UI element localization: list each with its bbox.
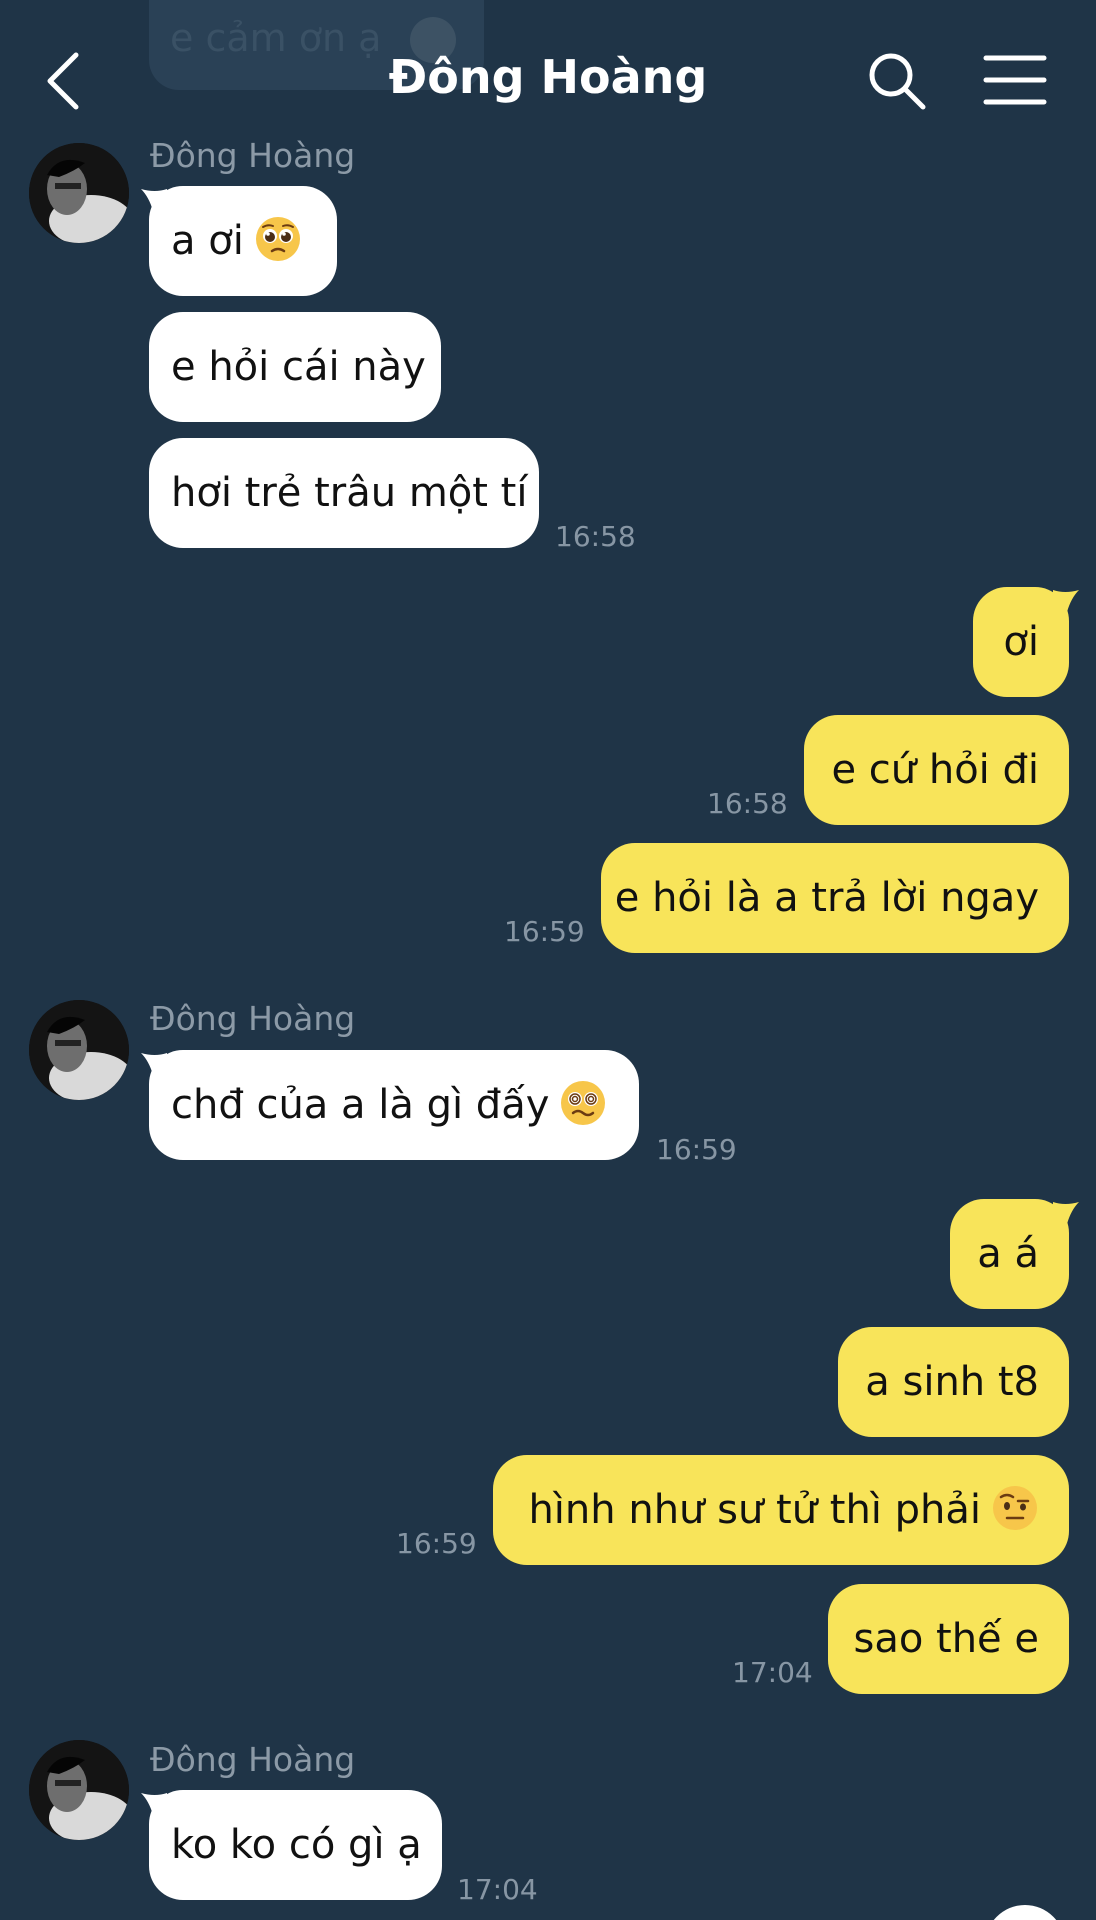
message-bubble[interactable]: e cứ hỏi đi: [804, 715, 1069, 825]
message-text: e hỏi là a trả lời ngay: [614, 875, 1039, 921]
message-timestamp: 16:59: [656, 1133, 737, 1166]
sender-name: Đông Hoàng: [150, 999, 356, 1038]
sender-name: Đông Hoàng: [150, 1740, 356, 1779]
message-text: hơi trẻ trâu một tí: [171, 470, 528, 516]
message-text: ơi: [1003, 619, 1039, 665]
message-text: e hỏi cái này: [171, 344, 426, 390]
next-message-bubble: [985, 1905, 1065, 1920]
back-button[interactable]: [36, 45, 96, 115]
message-timestamp: 16:59: [396, 1527, 477, 1560]
message-bubble[interactable]: ơi: [973, 587, 1069, 697]
hamburger-menu-icon: [983, 55, 1047, 105]
message-bubble[interactable]: a ơi: [149, 186, 337, 296]
contact-avatar[interactable]: [29, 143, 129, 243]
message-text: chđ của a là gì đấy: [171, 1082, 550, 1128]
message-text: a á: [977, 1231, 1039, 1277]
contact-photo: [29, 1740, 129, 1840]
contact-avatar[interactable]: [29, 1740, 129, 1840]
message-text: ko ko có gì ạ: [171, 1822, 422, 1868]
message-bubble[interactable]: e hỏi là a trả lời ngay: [601, 843, 1069, 953]
message-timestamp: 16:58: [707, 787, 788, 820]
search-icon: [869, 53, 926, 110]
message-timestamp: 16:59: [504, 915, 585, 948]
face-with-spiral-eyes-emoji-icon: [559, 1079, 607, 1127]
message-bubble[interactable]: sao thế e: [828, 1584, 1069, 1694]
message-text: e cứ hỏi đi: [831, 747, 1039, 793]
face-with-raised-eyebrow-emoji-icon: [991, 1484, 1039, 1532]
message-text: a sinh t8: [865, 1359, 1039, 1405]
message-bubble[interactable]: hình như sư tử thì phải: [493, 1455, 1069, 1565]
message-bubble[interactable]: a á: [950, 1199, 1069, 1309]
chat-screen: e cảm ơn ạ Đông Hoàng Đông Hoàng a ơi e …: [0, 0, 1096, 1920]
message-bubble[interactable]: hơi trẻ trâu một tí: [149, 438, 539, 548]
contact-avatar[interactable]: [29, 1000, 129, 1100]
message-bubble[interactable]: chđ của a là gì đấy: [149, 1050, 639, 1160]
chevron-left-icon: [47, 52, 79, 110]
pleading-face-emoji-icon: [254, 215, 302, 263]
message-text: a ơi: [171, 218, 244, 264]
message-bubble[interactable]: a sinh t8: [838, 1327, 1069, 1437]
message-text: hình như sư tử thì phải: [528, 1487, 981, 1533]
message-bubble[interactable]: ko ko có gì ạ: [149, 1790, 442, 1900]
sender-name: Đông Hoàng: [150, 136, 356, 175]
message-text: sao thế e: [853, 1616, 1039, 1662]
contact-photo: [29, 1000, 129, 1100]
message-bubble[interactable]: e hỏi cái này: [149, 312, 441, 422]
contact-photo: [29, 143, 129, 243]
message-timestamp: 16:58: [555, 520, 636, 553]
message-timestamp: 17:04: [457, 1873, 538, 1906]
message-timestamp: 17:04: [732, 1656, 813, 1689]
chat-header: Đông Hoàng: [0, 0, 1096, 140]
menu-button[interactable]: [980, 50, 1050, 110]
search-button[interactable]: [862, 46, 932, 116]
